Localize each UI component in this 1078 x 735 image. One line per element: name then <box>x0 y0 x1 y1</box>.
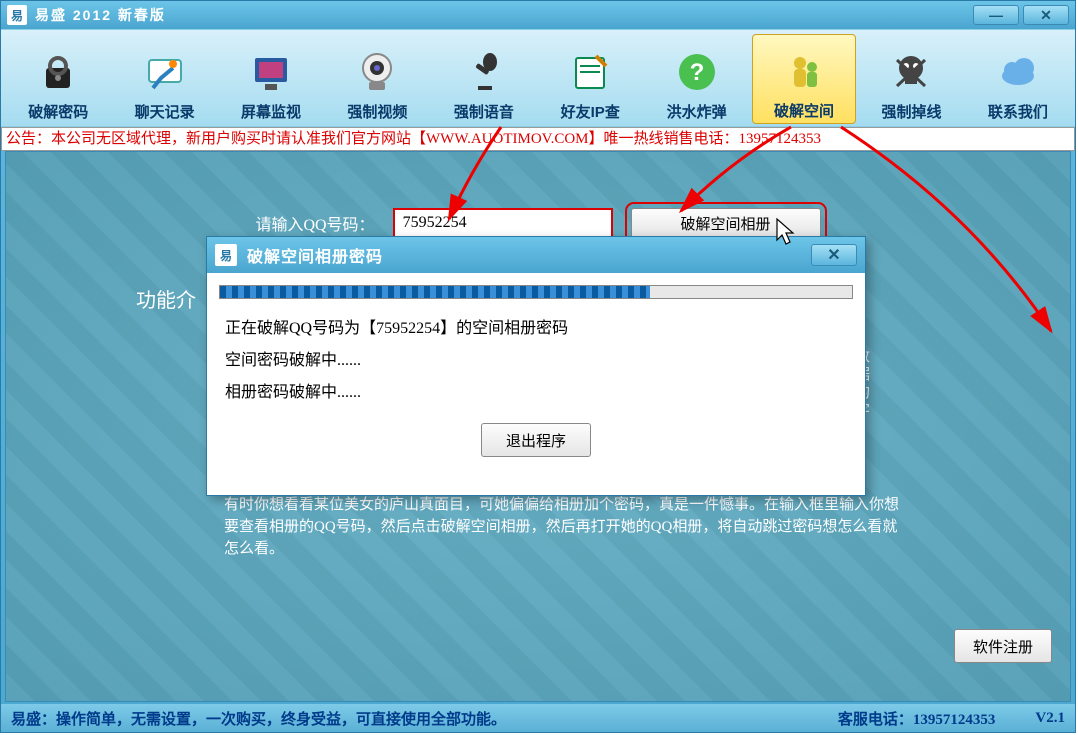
crack-dialog: 易 破解空间相册密码 ✕ 正在破解QQ号码为【75952254】的空间相册密码 … <box>206 236 866 496</box>
dialog-app-icon: 易 <box>215 244 237 266</box>
progress-fill <box>220 286 650 298</box>
tool-force-audio[interactable]: 强制语音 <box>433 34 535 124</box>
titlebar: 易 易盛 2012 新春版 — ✕ <box>1 1 1075 29</box>
minimize-button[interactable]: — <box>973 5 1019 25</box>
dialog-title: 破解空间相册密码 <box>247 243 811 267</box>
dialog-line-2: 空间密码破解中...... <box>225 345 847 377</box>
status-bar: 易盛：操作简单，无需设置，一次购买，终身受益，可直接使用全部功能。 客服电话：1… <box>1 704 1075 732</box>
svg-text:?: ? <box>689 59 704 86</box>
people-icon <box>777 44 831 98</box>
tool-label: 强制掉线 <box>881 101 941 122</box>
tool-friend-ip[interactable]: 好友IP查 <box>539 34 641 124</box>
close-button[interactable]: ✕ <box>1023 5 1069 25</box>
chat-icon <box>138 45 192 99</box>
dialog-body: 正在破解QQ号码为【75952254】的空间相册密码 空间密码破解中......… <box>207 309 865 461</box>
webcam-icon <box>350 45 404 99</box>
tool-crack-password[interactable]: 破解密码 <box>7 34 109 124</box>
tool-force-offline[interactable]: 强制掉线 <box>860 34 962 124</box>
tool-screen-monitor[interactable]: 屏幕监视 <box>220 34 322 124</box>
toolbar: 破解密码 聊天记录 屏幕监视 强制视频 强制语音 <box>1 29 1075 127</box>
tool-label: 洪水炸弹 <box>667 101 727 122</box>
tool-force-video[interactable]: 强制视频 <box>326 34 428 124</box>
status-text: 易盛：操作简单，无需设置，一次购买，终身受益，可直接使用全部功能。 <box>11 708 506 729</box>
note-icon <box>563 45 617 99</box>
tool-contact-us[interactable]: 联系我们 <box>967 34 1069 124</box>
progress-bar <box>219 285 853 299</box>
crack-album-button[interactable]: 破解空间相册 <box>631 208 821 238</box>
tool-label: 屏幕监视 <box>241 101 301 122</box>
dialog-line-1: 正在破解QQ号码为【75952254】的空间相册密码 <box>225 313 847 345</box>
dialog-titlebar: 易 破解空间相册密码 ✕ <box>207 237 865 273</box>
dialog-line-3: 相册密码破解中...... <box>225 377 847 409</box>
tool-label: 破解空间 <box>774 100 834 121</box>
dialog-close-button[interactable]: ✕ <box>811 244 857 266</box>
qq-input[interactable] <box>393 208 613 238</box>
tool-chat-log[interactable]: 聊天记录 <box>113 34 215 124</box>
tool-label: 聊天记录 <box>135 101 195 122</box>
announcement-bar: 公告：本公司无区域代理，新用户购买时请认准我们官方网站【WWW.AUOTIMOV… <box>1 127 1075 151</box>
function-intro-label: 功能介 <box>136 284 196 313</box>
monitor-icon <box>244 45 298 99</box>
tool-label: 好友IP查 <box>561 101 620 122</box>
window-title: 易盛 2012 新春版 <box>35 5 973 25</box>
description-text: 有时你想看看某位美女的庐山真面目，可她偏偏给相册加个密码，真是一件憾事。在输入框… <box>224 494 904 560</box>
skull-icon <box>884 45 938 99</box>
tool-crack-space[interactable]: 破解空间 <box>752 34 856 124</box>
tool-label: 强制视频 <box>347 101 407 122</box>
tool-label: 强制语音 <box>454 101 514 122</box>
tool-label: 破解密码 <box>28 101 88 122</box>
cloud-icon <box>991 45 1045 99</box>
register-button[interactable]: 软件注册 <box>954 629 1052 663</box>
qq-input-label: 请输入QQ号码： <box>255 211 374 235</box>
mic-icon <box>457 45 511 99</box>
status-phone: 客服电话：13957124353 <box>838 708 996 729</box>
app-icon: 易 <box>7 5 27 25</box>
help-icon: ? <box>670 45 724 99</box>
main-window: 易 易盛 2012 新春版 — ✕ 破解密码 聊天记录 屏幕监视 <box>0 0 1076 733</box>
tool-label: 联系我们 <box>988 101 1048 122</box>
tool-flood-bomb[interactable]: ? 洪水炸弹 <box>645 34 747 124</box>
lock-icon <box>31 45 85 99</box>
exit-button[interactable]: 退出程序 <box>481 423 591 457</box>
status-version: V2.1 <box>1035 710 1065 727</box>
